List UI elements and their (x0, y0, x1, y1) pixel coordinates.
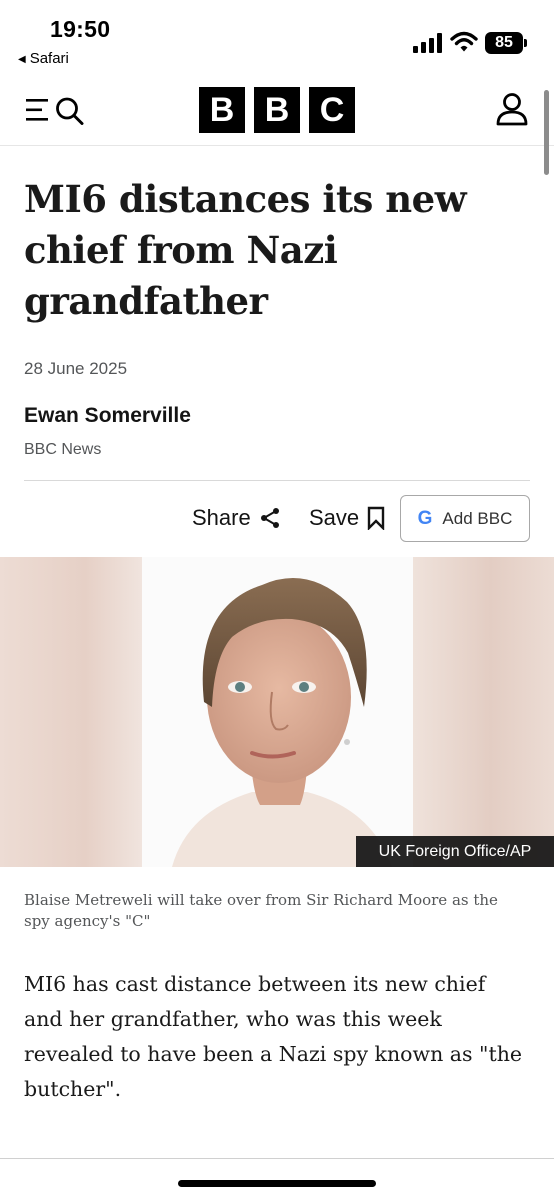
back-app-label: Safari (29, 50, 69, 67)
image-caption: Blaise Metreweli will take over from Sir… (24, 891, 498, 930)
back-arrow-icon: ◀ (18, 54, 26, 65)
site-header: B B C (0, 80, 554, 146)
page-scrollbar[interactable] (544, 90, 549, 175)
status-time: 19:50 (50, 16, 111, 42)
battery-icon: 85 (485, 32, 523, 54)
hero-background-left (0, 557, 142, 867)
image-credit: UK Foreign Office/AP (356, 836, 554, 867)
portrait-photo (172, 577, 392, 867)
account-icon[interactable] (496, 92, 528, 126)
bookmark-icon (367, 506, 385, 530)
battery-tip (524, 39, 527, 47)
bottom-divider (0, 1158, 554, 1159)
add-bbc-google-button[interactable]: G Add BBC (400, 495, 530, 542)
article-headline: MI6 distances its new chief from Nazi gr… (24, 177, 467, 323)
save-label: Save (309, 505, 360, 530)
bbc-logo-letter: B (199, 87, 245, 133)
share-icon (260, 508, 279, 528)
wifi-icon (450, 31, 478, 52)
bbc-logo[interactable]: B B C (199, 87, 355, 133)
back-to-safari-link[interactable]: ◀ Safari (18, 50, 69, 67)
status-bar: 19:50 ◀ Safari 85 (0, 0, 554, 80)
add-bbc-label: Add BBC (442, 508, 513, 528)
bbc-logo-letter: C (309, 87, 355, 133)
home-indicator[interactable] (178, 1180, 376, 1187)
article-hero-image (0, 557, 554, 867)
menu-icon (26, 99, 48, 121)
cellular-signal-icon (413, 33, 442, 53)
hero-background-right (413, 557, 554, 867)
search-icon (56, 97, 84, 125)
bbc-article-page: 19:50 ◀ Safari 85 B B C MI6 distances it… (0, 0, 554, 1200)
share-label: Share (192, 505, 251, 530)
article-body-paragraph: MI6 has cast distance between its new ch… (24, 972, 523, 1101)
bbc-logo-letter: B (254, 87, 300, 133)
menu-search-button[interactable] (26, 95, 86, 125)
share-button[interactable]: Share (192, 503, 281, 533)
byline-divider (24, 480, 530, 481)
hero-portrait (142, 557, 413, 867)
google-g-icon: G (417, 507, 433, 529)
author-publisher: BBC News (24, 441, 102, 458)
save-button[interactable]: Save (309, 503, 385, 533)
author-name: Ewan Somerville (24, 404, 191, 427)
article-date: 28 June 2025 (24, 359, 128, 378)
